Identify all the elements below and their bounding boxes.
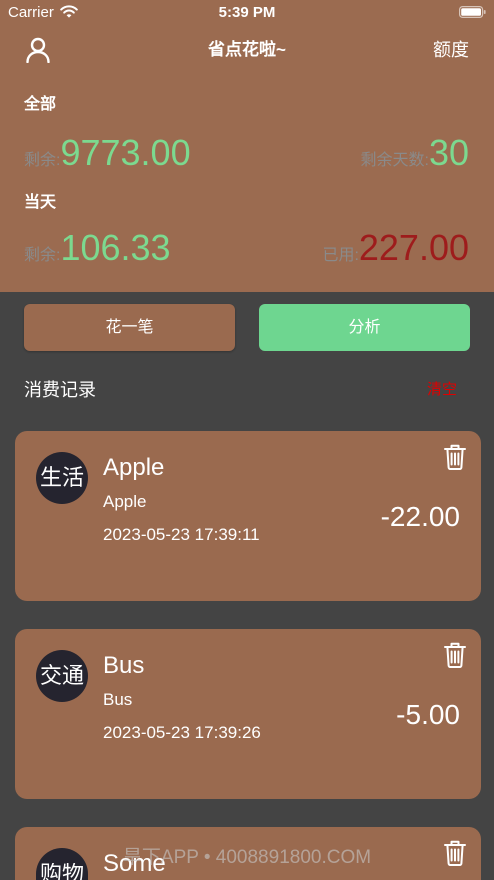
category-label: 生活 (39, 465, 84, 490)
status-time: 5:39 PM (218, 4, 276, 21)
app-screen: Carrier 5:39 PM 省点花啦~ 额度 全部 剩余: 9773.00 … (0, 0, 494, 880)
record-card[interactable]: 生活 Apple Apple 2023-05-23 17:39:11 -22.0… (15, 431, 481, 601)
today-used-value: 227.00 (358, 227, 469, 268)
trash-icon[interactable] (444, 642, 466, 668)
summary-header: Carrier 5:39 PM 省点花啦~ 额度 全部 剩余: 9773.00 … (0, 0, 494, 292)
today-used-label: 已用: (322, 247, 359, 264)
analyze-button[interactable]: 分析 (259, 304, 470, 351)
total-remaining-label: 剩余: (24, 152, 61, 169)
today-remaining: 剩余: 106.33 (24, 228, 171, 276)
record-amount: -5.00 (396, 699, 460, 730)
watermark: 旱下APP • 4008891800.COM (122, 847, 372, 868)
category-label: 交通 (39, 663, 84, 688)
page-title: 省点花啦~ (208, 40, 286, 59)
record-datetime: 2023-05-23 17:39:26 (103, 723, 261, 742)
records-heading: 消费记录 (24, 380, 96, 400)
days-remaining: 剩余天数: 30 (361, 133, 470, 181)
today-heading: 当天 (24, 194, 57, 211)
spend-button[interactable]: 花一笔 (24, 304, 235, 351)
record-note: Apple (103, 492, 147, 511)
clear-records-button[interactable]: 清空 (427, 381, 457, 399)
category-avatar: 交通 (36, 650, 88, 702)
record-datetime: 2023-05-23 17:39:11 (103, 525, 260, 544)
trash-icon[interactable] (444, 444, 466, 470)
record-amount: -22.00 (380, 501, 460, 532)
carrier-label: Carrier (8, 4, 54, 21)
trash-icon[interactable] (444, 840, 466, 866)
category-avatar: 生活 (36, 452, 88, 504)
quota-button[interactable]: 额度 (433, 40, 469, 60)
today-remaining-label: 剩余: (24, 247, 61, 264)
battery-icon (459, 6, 486, 18)
record-note: Bus (103, 690, 133, 709)
record-title: Apple (103, 454, 165, 481)
wifi-icon (60, 5, 78, 18)
total-remaining: 剩余: 9773.00 (24, 133, 191, 181)
today-remaining-value: 106.33 (60, 227, 171, 268)
total-remaining-value: 9773.00 (60, 132, 191, 173)
record-title: Bus (103, 652, 145, 679)
total-heading: 全部 (24, 96, 57, 113)
days-remaining-value: 30 (428, 132, 469, 173)
category-avatar: 购物 (36, 848, 88, 880)
days-remaining-label: 剩余天数: (360, 152, 429, 169)
record-card[interactable]: 交通 Bus Bus 2023-05-23 17:39:26 -5.00 (15, 629, 481, 799)
user-icon[interactable] (25, 37, 51, 63)
category-label: 购物 (39, 863, 84, 880)
today-used: 已用: 227.00 (322, 228, 469, 276)
